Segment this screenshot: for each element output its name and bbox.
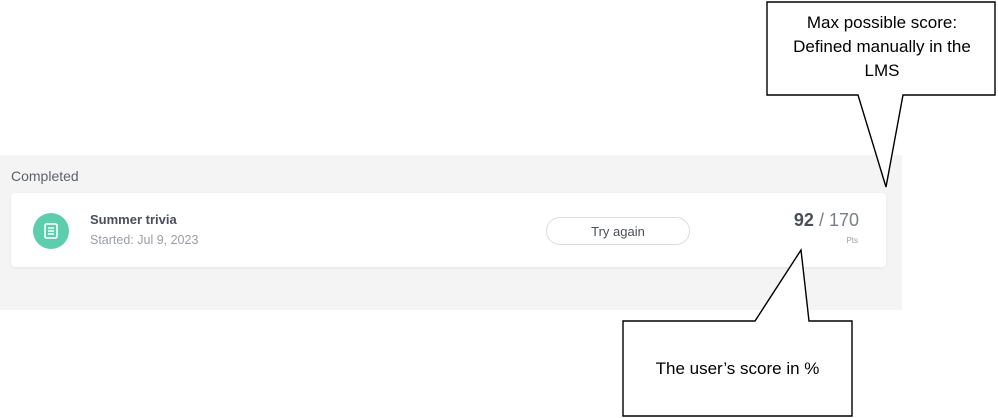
callout-user-score-box [622,247,853,417]
callout-line: LMS [864,61,900,80]
callout-max-score-text: Max possible score: Defined manually in … [769,11,995,83]
callout-line: Max possible score: [806,13,958,32]
callout-user-score-text: The user’s score in % [655,359,820,378]
callout-line: Defined manually in the [793,37,971,56]
